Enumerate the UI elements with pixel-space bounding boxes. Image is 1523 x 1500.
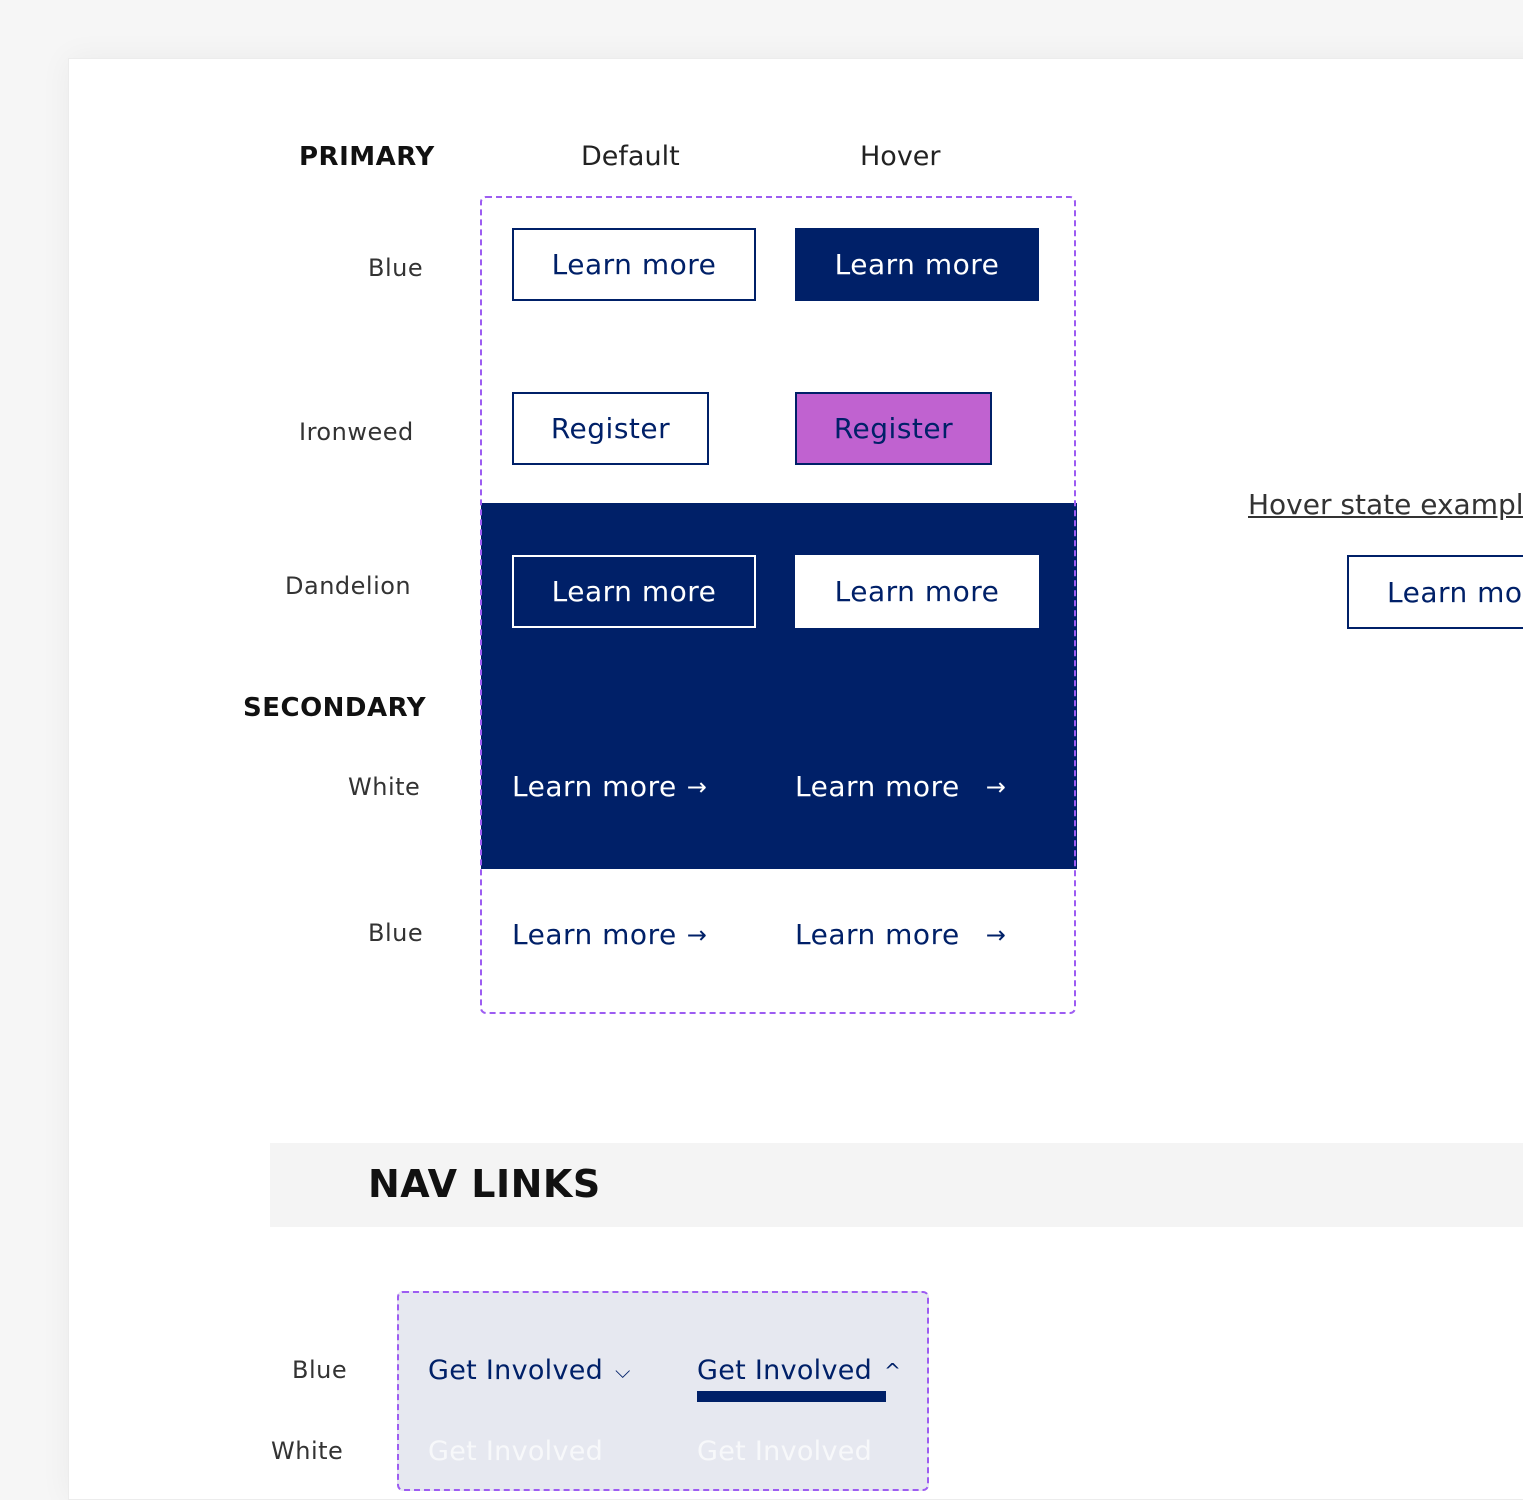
- nav-links-heading: NAV LINKS: [368, 1162, 601, 1206]
- primary-blue-hover-button[interactable]: Learn more: [795, 228, 1039, 301]
- column-header-default: Default: [581, 141, 680, 172]
- nav-link-label: Get Involved: [697, 1355, 873, 1386]
- link-label: Learn more: [512, 918, 677, 951]
- primary-blue-default-button[interactable]: Learn more: [512, 228, 756, 301]
- column-header-hover: Hover: [860, 141, 941, 172]
- right-arrow-icon: →: [686, 920, 708, 949]
- secondary-white-hover-link[interactable]: Learn more →: [795, 770, 1006, 803]
- nav-active-underline: [697, 1391, 886, 1402]
- hover-example-label-clip: Hover state exampl: [1240, 480, 1523, 528]
- nav-white-default-link[interactable]: Get Involved: [428, 1436, 603, 1467]
- row-label-ironweed: Ironweed: [299, 418, 414, 446]
- primary-ironweed-hover-button[interactable]: Register: [795, 392, 992, 465]
- row-label-white: White: [348, 773, 421, 801]
- row-label-dandelion: Dandelion: [285, 572, 412, 600]
- right-arrow-icon: →: [686, 772, 708, 801]
- primary-heading: PRIMARY: [299, 142, 435, 172]
- nav-row-label-white: White: [271, 1437, 344, 1465]
- link-label: Learn more: [512, 770, 677, 803]
- nav-blue-default-link[interactable]: Get Involved ⌵: [428, 1355, 631, 1386]
- primary-ironweed-default-button[interactable]: Register: [512, 392, 709, 465]
- row-label-blue: Blue: [368, 254, 424, 282]
- secondary-white-default-link[interactable]: Learn more →: [512, 770, 707, 803]
- primary-dandelion-hover-button[interactable]: Learn more: [795, 555, 1039, 628]
- secondary-blue-hover-link[interactable]: Learn more →: [795, 918, 1006, 951]
- link-label: Learn more: [795, 918, 960, 951]
- link-label: Learn more: [795, 770, 960, 803]
- row-label-blue-secondary: Blue: [368, 919, 424, 947]
- nav-white-hover-link[interactable]: Get Involved: [697, 1436, 872, 1467]
- chevron-up-icon: ^: [884, 1358, 902, 1383]
- hover-example-button[interactable]: Learn mo: [1347, 555, 1523, 629]
- nav-link-label: Get Involved: [428, 1355, 604, 1386]
- hover-example-button-clip: Learn mo: [1347, 555, 1523, 629]
- right-arrow-icon: →: [985, 772, 1007, 801]
- chevron-down-icon: ⌵: [615, 1358, 631, 1383]
- secondary-heading: SECONDARY: [243, 693, 427, 723]
- secondary-blue-default-link[interactable]: Learn more →: [512, 918, 707, 951]
- nav-row-label-blue: Blue: [292, 1356, 348, 1384]
- primary-dandelion-default-button[interactable]: Learn more: [512, 555, 756, 628]
- nav-blue-hover-link[interactable]: Get Involved ^: [697, 1355, 901, 1386]
- right-arrow-icon: →: [985, 920, 1007, 949]
- hover-example-label: Hover state exampl: [1248, 488, 1523, 521]
